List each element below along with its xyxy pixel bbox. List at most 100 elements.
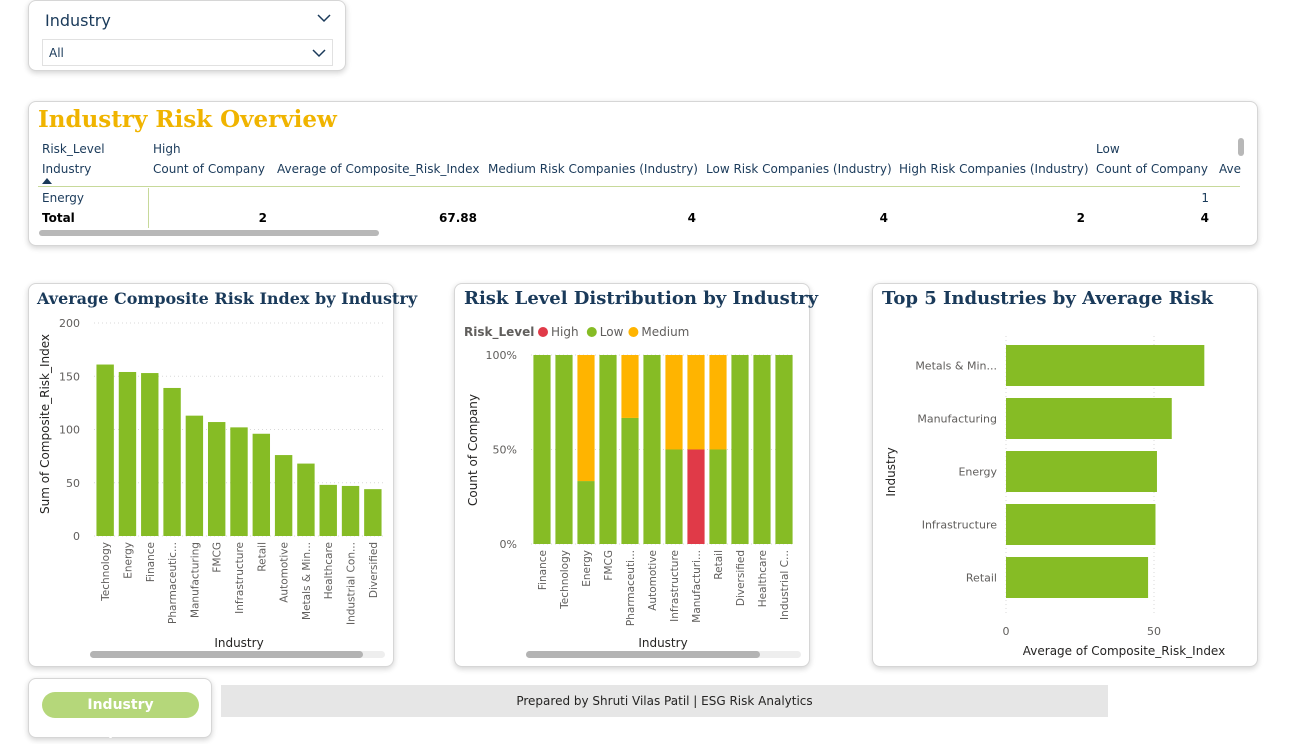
x-tick-label: Pharmaceuti... xyxy=(625,550,637,626)
stacked-bar-segment xyxy=(709,355,727,450)
legend-label: Medium xyxy=(641,325,689,339)
legend-marker xyxy=(628,327,639,337)
bar xyxy=(1006,557,1149,598)
y-tick-label: Infrastructure xyxy=(922,519,998,532)
stacked-bar-segment xyxy=(621,355,639,418)
x-tick-label: Technology xyxy=(100,542,112,602)
bar xyxy=(141,373,159,536)
x-tick-label: Automotive xyxy=(279,542,291,603)
legend-marker xyxy=(586,327,597,337)
total-cell: 4 xyxy=(1200,211,1209,225)
y-tick-label: Manufacturing xyxy=(917,413,997,426)
y-axis-title: Count of Company xyxy=(466,394,480,506)
top5-industries-card: 0 50 Metals & Min... Manufacturing Energy Inf… xyxy=(872,283,1258,667)
avg-risk-bar-chart: 0 50 100 150 200 Technology Energy Finance Pharm… xyxy=(38,317,384,650)
row-label-total: Total xyxy=(42,211,75,225)
stacked-bar-segment xyxy=(709,449,727,544)
y-tick-label: 50% xyxy=(493,444,517,457)
slicer-title: Industry xyxy=(45,11,111,30)
y-tick-label: 0 xyxy=(73,530,80,543)
x-tick-label: Metals & Min... xyxy=(301,542,313,620)
chart-horizontal-scrollbar[interactable] xyxy=(90,651,385,658)
row-header-divider xyxy=(148,188,149,228)
stacked-bar-segment xyxy=(599,355,617,544)
chart-horizontal-scrollbar[interactable] xyxy=(526,651,801,658)
stacked-bar-segment xyxy=(687,355,705,450)
sort-ascending-icon[interactable] xyxy=(42,178,52,184)
x-tick-label: Pharmaceutic... xyxy=(167,542,179,624)
row-header-risk-level[interactable]: Risk_Level xyxy=(42,142,105,156)
bar xyxy=(230,427,248,536)
top5-bar-chart: 0 50 Metals & Min... Manufacturing Energy Inf… xyxy=(884,336,1225,658)
total-cell: 4 xyxy=(879,211,888,225)
x-tick-label: Technology xyxy=(559,550,571,610)
legend-title: Risk_Level xyxy=(464,325,534,340)
y-tick-label: Energy xyxy=(958,466,997,479)
bar xyxy=(319,484,337,536)
y-tick-label: 0% xyxy=(500,538,517,551)
column-group-low[interactable]: Low xyxy=(1096,142,1120,156)
y-axis-title: Sum of Composite_Risk_Index xyxy=(38,334,52,514)
matrix-vertical-scrollbar[interactable] xyxy=(1238,138,1244,156)
bar xyxy=(1006,504,1156,545)
bar xyxy=(364,489,382,536)
column-header[interactable]: Count of Company xyxy=(1096,162,1208,176)
column-header[interactable]: Average of Composite_Risk_Index xyxy=(277,162,479,176)
y-tick-label: 200 xyxy=(59,317,80,330)
stacked-bar-segment xyxy=(577,481,595,544)
x-tick-label: Finance xyxy=(145,542,157,582)
stacked-bar-segment xyxy=(555,355,573,544)
x-tick-label: Infrastructure xyxy=(234,542,246,614)
x-tick-label: Manufacturing xyxy=(189,542,201,618)
stacked-bar-segment xyxy=(753,355,771,544)
total-cell: 2 xyxy=(258,211,267,225)
chart-title: Risk Level Distribution by Industry xyxy=(464,288,819,309)
column-header[interactable]: Medium Risk Companies (Industry) xyxy=(488,162,698,176)
matrix-horizontal-scrollbar[interactable] xyxy=(39,230,379,236)
total-cell: 2 xyxy=(1076,211,1085,225)
x-tick-label: Automotive xyxy=(647,550,659,611)
chevron-down-icon[interactable] xyxy=(317,13,331,23)
stacked-bar-segment xyxy=(577,355,595,482)
y-tick-label: 50 xyxy=(66,477,80,490)
bar xyxy=(341,485,360,536)
x-tick-label: Infrastructure xyxy=(669,550,681,622)
industry-comparison-button[interactable]: Industry Comparison xyxy=(42,692,199,739)
bar xyxy=(252,433,271,536)
bar xyxy=(96,364,114,536)
column-group-high[interactable]: High xyxy=(153,142,181,156)
column-header[interactable]: Low Risk Companies (Industry) xyxy=(706,162,892,176)
stacked-bar-segment xyxy=(643,355,661,544)
industry-risk-matrix: Industry Risk Overview Risk_Level Indust… xyxy=(28,101,1258,246)
column-header[interactable]: Ave xyxy=(1219,162,1241,176)
bar xyxy=(1006,398,1172,439)
row-label-energy[interactable]: Energy xyxy=(42,191,84,205)
header-divider xyxy=(38,186,1240,187)
avg-risk-by-industry-card: 0 50 100 150 200 Technology Energy Finance Pharm… xyxy=(28,283,417,667)
y-tick-label: 150 xyxy=(59,370,80,383)
x-axis-title: Average of Composite_Risk_Index xyxy=(1023,644,1225,658)
x-tick-label: 0 xyxy=(1003,625,1010,638)
legend-label: High xyxy=(551,325,579,339)
x-axis-title: Industry xyxy=(638,636,687,650)
dropdown-chevron-icon xyxy=(312,49,326,58)
industry-dropdown[interactable]: All xyxy=(42,39,333,66)
bar xyxy=(163,387,181,536)
x-tick-label: Industrial Con... xyxy=(346,542,358,625)
total-cell: 67.88 xyxy=(439,211,477,225)
stacked-bar-segment xyxy=(621,417,639,544)
row-header-industry[interactable]: Industry xyxy=(42,162,91,176)
x-tick-label: Finance xyxy=(537,550,549,590)
column-header[interactable]: High Risk Companies (Industry) xyxy=(899,162,1089,176)
column-header[interactable]: Count of Company xyxy=(153,162,265,176)
bar xyxy=(185,415,204,536)
y-tick-label: Metals & Min... xyxy=(915,360,997,373)
total-cell: 4 xyxy=(687,211,696,225)
stacked-bar-segment xyxy=(775,355,793,544)
y-axis-title: Industry xyxy=(884,447,898,496)
x-tick-label: Healthcare xyxy=(323,542,335,599)
bar xyxy=(207,422,226,536)
cell-low-count: 1 xyxy=(1201,191,1209,205)
chart-title: Top 5 Industries by Average Risk xyxy=(882,288,1214,309)
bar xyxy=(297,463,315,536)
